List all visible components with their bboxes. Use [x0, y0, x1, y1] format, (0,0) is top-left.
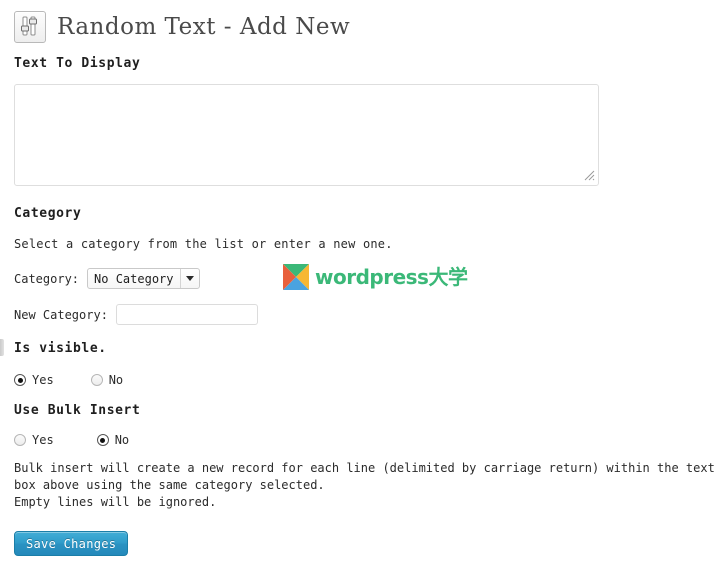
radio-unselected-icon [90, 374, 103, 386]
bulk-insert-no-label: No [114, 433, 130, 447]
bulk-insert-radio-yes[interactable]: Yes [14, 433, 54, 447]
chevron-down-icon [179, 269, 199, 288]
bulk-insert-radio-group: Yes No [14, 433, 129, 447]
heading-text-to-display: Text To Display [14, 56, 141, 71]
radio-selected-icon [96, 434, 109, 446]
heading-category: Category [14, 206, 82, 221]
new-category-input[interactable] [115, 304, 258, 325]
new-category-label: New Category: [14, 307, 108, 322]
category-select-row: Category: No Category [14, 268, 200, 289]
save-changes-button[interactable]: Save Changes [14, 531, 129, 556]
heading-is-visible: Is visible. [14, 341, 107, 356]
radio-selected-icon [14, 374, 26, 386]
is-visible-radio-yes[interactable]: Yes [14, 373, 54, 387]
radio-unselected-icon [14, 434, 26, 446]
is-visible-radio-no[interactable]: No [90, 373, 124, 387]
page-header: Random Text - Add New [0, 0, 726, 45]
is-visible-no-label: No [108, 373, 124, 387]
category-select-value: No Category [94, 271, 174, 286]
category-hint-text: Select a category from the list or enter… [14, 237, 393, 251]
category-select-label: Category: [14, 271, 80, 286]
is-visible-radio-group: Yes No [14, 373, 123, 387]
sliders-settings-icon [14, 11, 46, 43]
bulk-insert-radio-no[interactable]: No [96, 433, 130, 447]
is-visible-yes-label: Yes [32, 373, 54, 387]
bulk-insert-yes-label: Yes [32, 433, 54, 447]
wordpress-daxue-watermark: wordpress大学 [283, 264, 468, 290]
left-edge-sliver [0, 339, 4, 356]
text-to-display-textarea[interactable] [14, 84, 599, 186]
bulk-insert-description: Bulk insert will create a new record for… [14, 461, 715, 509]
page-title: Random Text - Add New [57, 13, 351, 40]
heading-use-bulk-insert: Use Bulk Insert [14, 403, 141, 418]
wordpress-daxue-logo-icon [283, 264, 309, 290]
new-category-row: New Category: [14, 304, 258, 325]
watermark-text: wordpress大学 [315, 265, 468, 289]
category-select[interactable]: No Category [87, 268, 200, 289]
